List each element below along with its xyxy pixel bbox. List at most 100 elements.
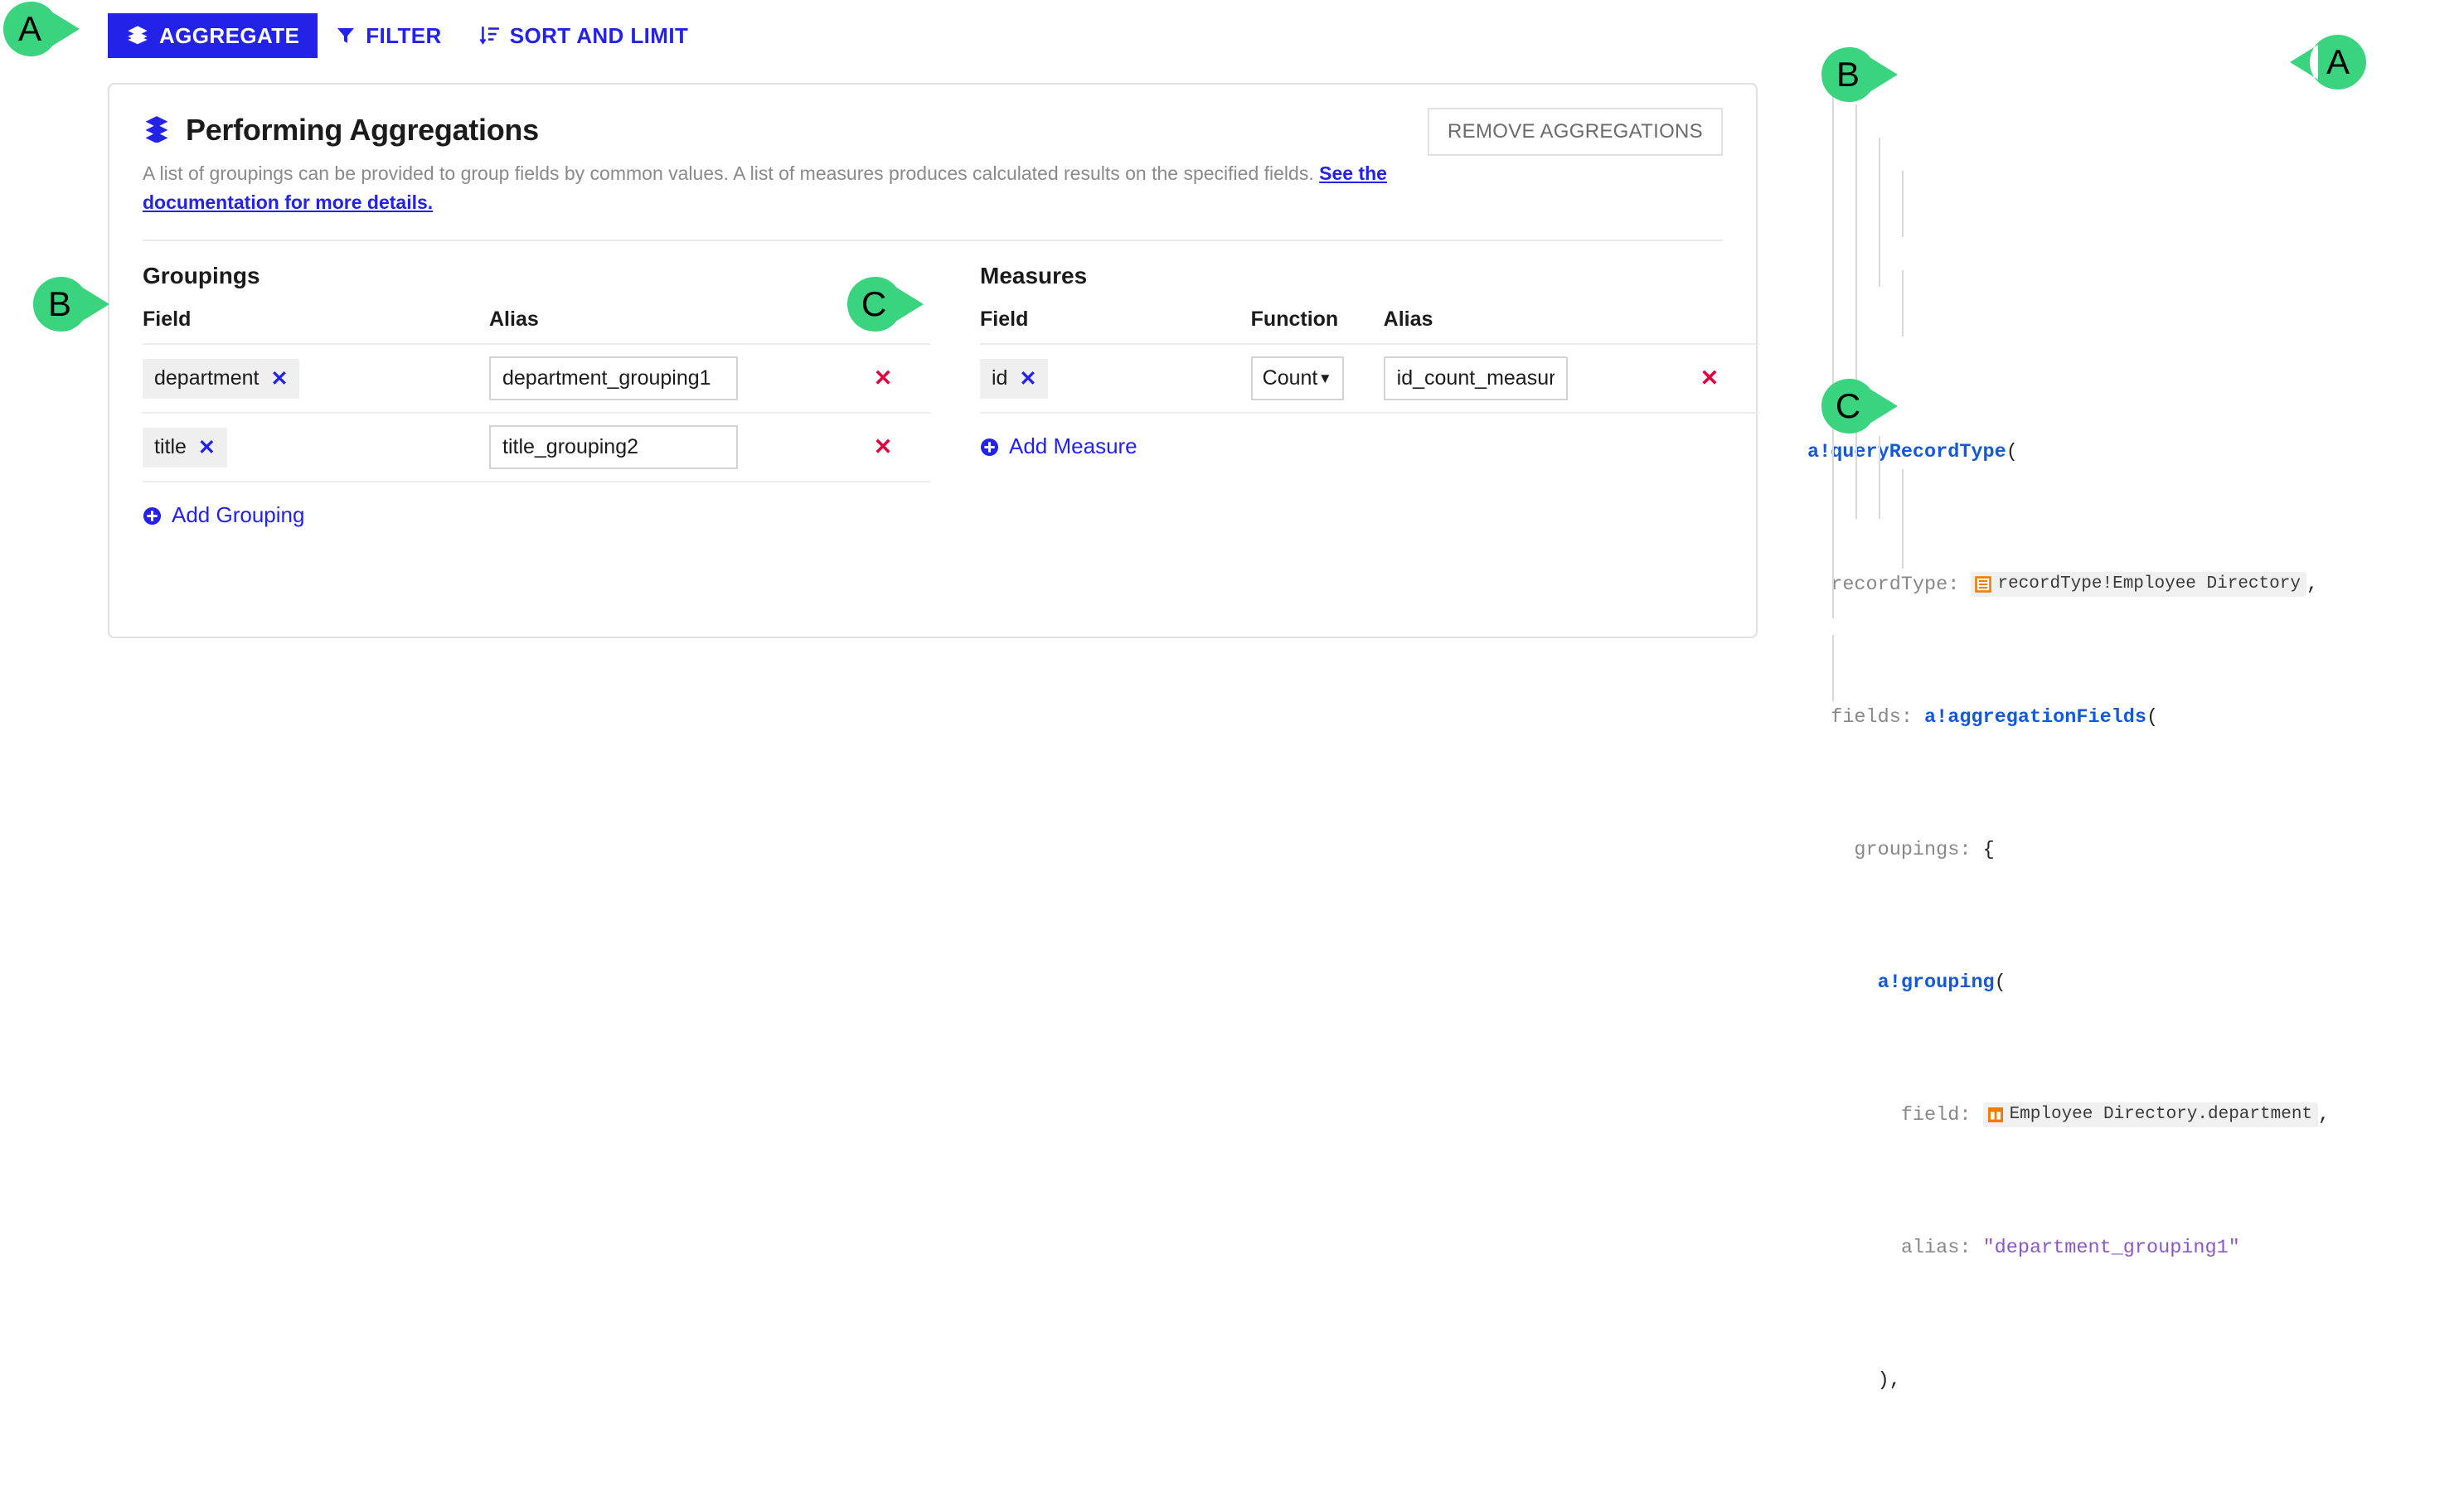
callout-marker-c-measures: C	[846, 275, 925, 333]
groupings-table-body: department ✕ ✕	[143, 344, 930, 482]
measures-col-actions	[1660, 308, 1759, 344]
code-function-aggregation-fields: a!aggregationFields	[1924, 706, 2146, 729]
tab-aggregate-label: AGGREGATE	[159, 22, 300, 48]
code-line: field: Employee Directory.department,	[1807, 1099, 2464, 1132]
chevron-down-icon: ▼	[1317, 370, 1332, 386]
remove-grouping-row-button[interactable]: ✕	[836, 344, 930, 413]
groupings-table-head: Field Alias	[143, 308, 930, 344]
code-alias-department: "department_grouping1"	[1982, 1237, 2240, 1259]
groupings-heading: Groupings	[143, 263, 260, 288]
measures-col-function: Function	[1250, 308, 1339, 331]
sort-icon	[478, 25, 500, 46]
table-row: department ✕ ✕	[143, 344, 930, 413]
close-icon[interactable]: ✕	[198, 435, 216, 460]
indent-guide	[1832, 635, 1834, 701]
grouping-field-cell: department ✕	[143, 344, 489, 413]
remove-grouping-row-button[interactable]: ✕	[836, 413, 930, 482]
callout-marker-a-tab: A	[2, 0, 81, 58]
remove-aggregations-button[interactable]: REMOVE AGGREGATIONS	[1428, 108, 1723, 156]
indent-guide	[1902, 270, 1904, 337]
callout-letter: C	[861, 284, 887, 323]
callout-letter: B	[47, 284, 71, 323]
groupings-section: Groupings Field Alias department ✕ depar…	[143, 263, 930, 530]
grouping-alias-cell	[489, 413, 836, 482]
panel-description-text: A list of groupings can be provided to g…	[143, 162, 1320, 184]
tab-sort-and-limit-label: SORT AND LIMIT	[509, 22, 689, 48]
tab-aggregate[interactable]: AGGREGATE	[108, 13, 318, 58]
indent-guide	[1902, 171, 1904, 237]
panel-description: A list of groupings can be provided to g…	[143, 159, 1453, 216]
callout-marker-b-groupings: B	[32, 275, 111, 333]
measure-function-cell: Count ▼	[1250, 344, 1384, 413]
measures-section: Measures Field Function Alias id ✕ Count…	[930, 263, 1759, 530]
tab-sort-and-limit[interactable]: SORT AND LIMIT	[460, 13, 707, 58]
add-measure-label: Add Measure	[1009, 434, 1137, 458]
measures-table: Field Function Alias id ✕ Count ▼ id_cou…	[980, 308, 1759, 414]
record-type-token[interactable]: recordType!Employee Directory	[1971, 571, 2306, 597]
field-token-label: Employee Directory.department	[2009, 1104, 2313, 1124]
measure-alias-input[interactable]	[1383, 356, 1568, 400]
measures-heading: Measures	[980, 263, 1088, 288]
measure-alias-cell	[1383, 344, 1660, 413]
table-row: id ✕ Count ▼ id_count_measure1 ✕	[980, 344, 1759, 413]
field-token-department[interactable]: Employee Directory.department	[1982, 1102, 2319, 1127]
plus-circle-icon	[143, 506, 162, 526]
remove-measure-row-button[interactable]: ✕	[1660, 344, 1759, 413]
indent-guide	[1879, 436, 1880, 519]
close-icon[interactable]: ✕	[270, 366, 288, 391]
measures-table-body: id ✕ Count ▼ id_count_measure1 ✕	[980, 344, 1759, 413]
code-line: ),	[1877, 1369, 1901, 1392]
query-config-tab-bar: AGGREGATE FILTER SORT AND LIMIT	[108, 13, 706, 58]
code-line: alias: "department_grouping1"	[1900, 1237, 2240, 1259]
aggregation-configuration-pane: AGGREGATE FILTER SORT AND LIMIT Performi…	[0, 0, 1799, 746]
groupings-col-alias: Alias	[489, 308, 539, 331]
add-grouping-button[interactable]: Add Grouping	[143, 502, 304, 528]
groupings-header-row: Field Alias	[143, 308, 930, 344]
code-line: a!grouping(	[1877, 971, 2006, 994]
indent-guide	[1879, 138, 1880, 287]
indent-guide	[1855, 104, 1857, 519]
measures-col-alias: Alias	[1383, 308, 1433, 331]
measure-function-select[interactable]: Count ▼	[1250, 356, 1344, 400]
callout-marker-c-code: C	[1820, 377, 1899, 435]
tab-filter-label: FILTER	[366, 22, 442, 48]
callout-letter: A	[2326, 42, 2350, 81]
aggregations-card: Performing Aggregations A list of groupi…	[108, 83, 1759, 638]
grouping-field-cell: title ✕	[143, 413, 489, 482]
tab-filter[interactable]: FILTER	[318, 13, 459, 58]
callout-letter: C	[1835, 386, 1861, 425]
add-measure-button[interactable]: Add Measure	[980, 434, 1137, 459]
code-line: groupings: {	[1854, 839, 1995, 861]
measure-field-label: id	[992, 366, 1008, 390]
grouping-field-chip[interactable]: title ✕	[143, 427, 227, 467]
grouping-field-label: department	[154, 366, 259, 390]
plus-circle-icon	[980, 437, 999, 457]
record-type-token-label: recordType!Employee Directory	[1997, 574, 2301, 593]
layers-icon	[126, 24, 149, 47]
groupings-table: Field Alias department ✕ department_grou…	[143, 308, 930, 482]
close-icon[interactable]: ✕	[1019, 366, 1036, 391]
code-function-grouping: a!grouping	[1877, 971, 1995, 994]
grouping-field-label: title	[154, 435, 187, 458]
measures-header-row: Field Function Alias	[980, 308, 1759, 344]
funnel-icon	[336, 25, 356, 46]
grouping-field-chip[interactable]: department ✕	[143, 358, 300, 399]
callout-marker-a-code: A	[2288, 33, 2368, 91]
code-line: fields: a!aggregationFields(	[1831, 706, 2159, 729]
add-grouping-label: Add Grouping	[172, 502, 305, 527]
measures-table-head: Field Function Alias	[980, 308, 1759, 344]
grouping-alias-input[interactable]	[489, 425, 738, 469]
expression-code-panel[interactable]: a!queryRecordType( recordType: recordTyp…	[1807, 0, 2464, 1392]
page-title: Performing Aggregations	[186, 113, 539, 147]
callout-letter: A	[17, 9, 41, 48]
groupings-col-field: Field	[143, 308, 192, 331]
indent-guide	[1902, 469, 1904, 569]
code-line: a!queryRecordType(	[1807, 441, 2018, 463]
card-body: Groupings Field Alias department ✕ depar…	[109, 241, 1759, 530]
code-function-query-record-type: a!queryRecordType	[1807, 441, 2006, 463]
measures-col-field: Field	[980, 308, 1029, 331]
callout-marker-b-code: B	[1820, 46, 1899, 104]
measure-field-chip[interactable]: id ✕	[980, 358, 1049, 399]
grouping-alias-input[interactable]	[489, 356, 738, 400]
record-field-icon	[1987, 1107, 2004, 1123]
